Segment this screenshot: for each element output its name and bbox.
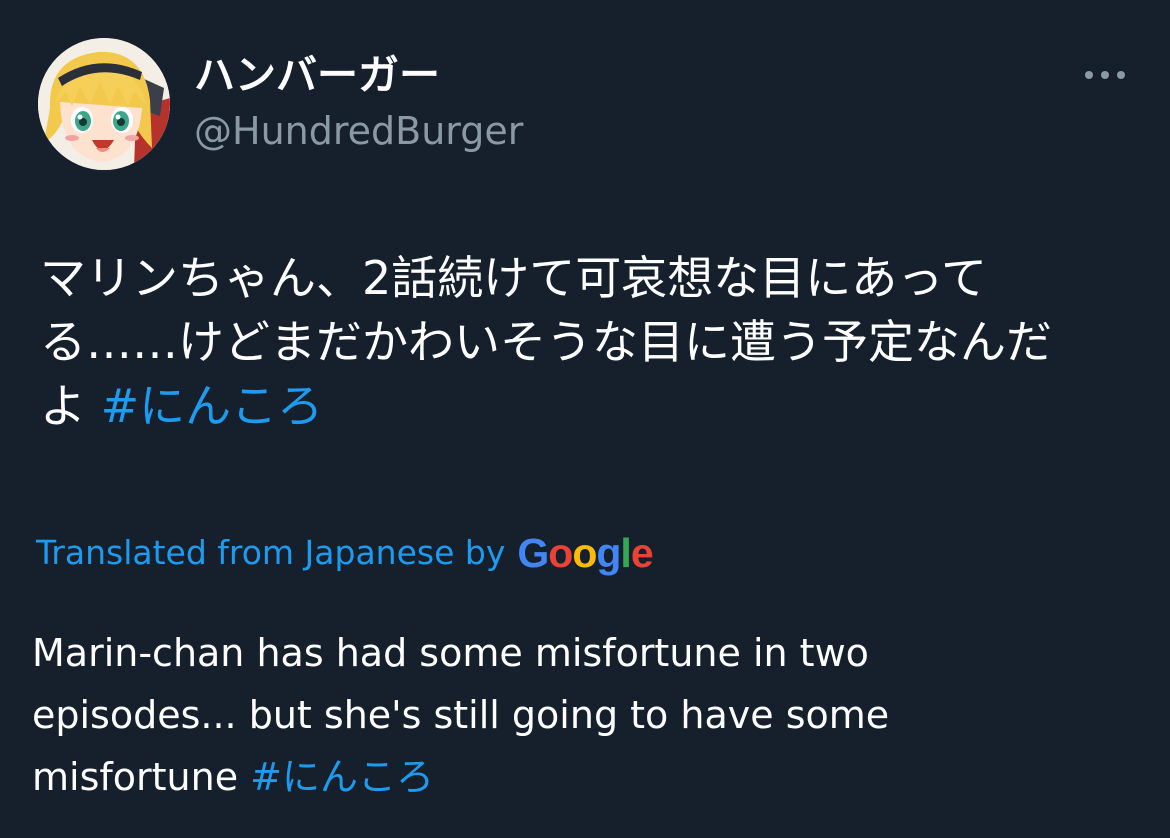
author-handle[interactable]: @HundredBurger (194, 107, 523, 155)
translation-text-segment: misfortune (32, 755, 239, 799)
tweet-text: マリンちゃん、2話続けて可哀想な目にあって る……けどまだかわいそうな目に遭う予… (40, 246, 1140, 438)
translation-text-line: episodes... but she's still going to hav… (32, 693, 890, 737)
tweet-card: ハンバーガー @HundredBurger マリンちゃん、2話続けて可哀想な目に… (0, 0, 1170, 838)
tweet-text-line: る……けどまだかわいそうな目に遭う予定なんだ (40, 315, 1052, 369)
hashtag-link[interactable]: #にんころ (101, 379, 324, 433)
translation-label: Translated from Japanese by (36, 533, 506, 572)
avatar[interactable] (38, 38, 170, 170)
tweet-text-line: マリンちゃん、2話続けて可哀想な目にあって (40, 251, 987, 305)
translation-text: Marin-chan has had some misfortune in tw… (32, 622, 1132, 808)
translation-text-line: misfortune #にんころ (32, 746, 1132, 808)
translation-hashtag-link[interactable]: #にんころ (250, 755, 434, 799)
more-button[interactable] (1080, 58, 1130, 92)
more-horizontal-icon (1085, 71, 1125, 79)
translation-text-line: Marin-chan has had some misfortune in tw… (32, 631, 869, 675)
tweet-text-line: よ #にんころ (40, 374, 1140, 438)
tweet-text-segment: よ (40, 379, 86, 433)
author-display-name[interactable]: ハンバーガー (194, 50, 440, 100)
google-logo: Google (517, 530, 653, 576)
anime-girl-avatar-icon (38, 38, 170, 170)
translation-attribution[interactable]: Translated from Japanese by Google (36, 528, 654, 578)
